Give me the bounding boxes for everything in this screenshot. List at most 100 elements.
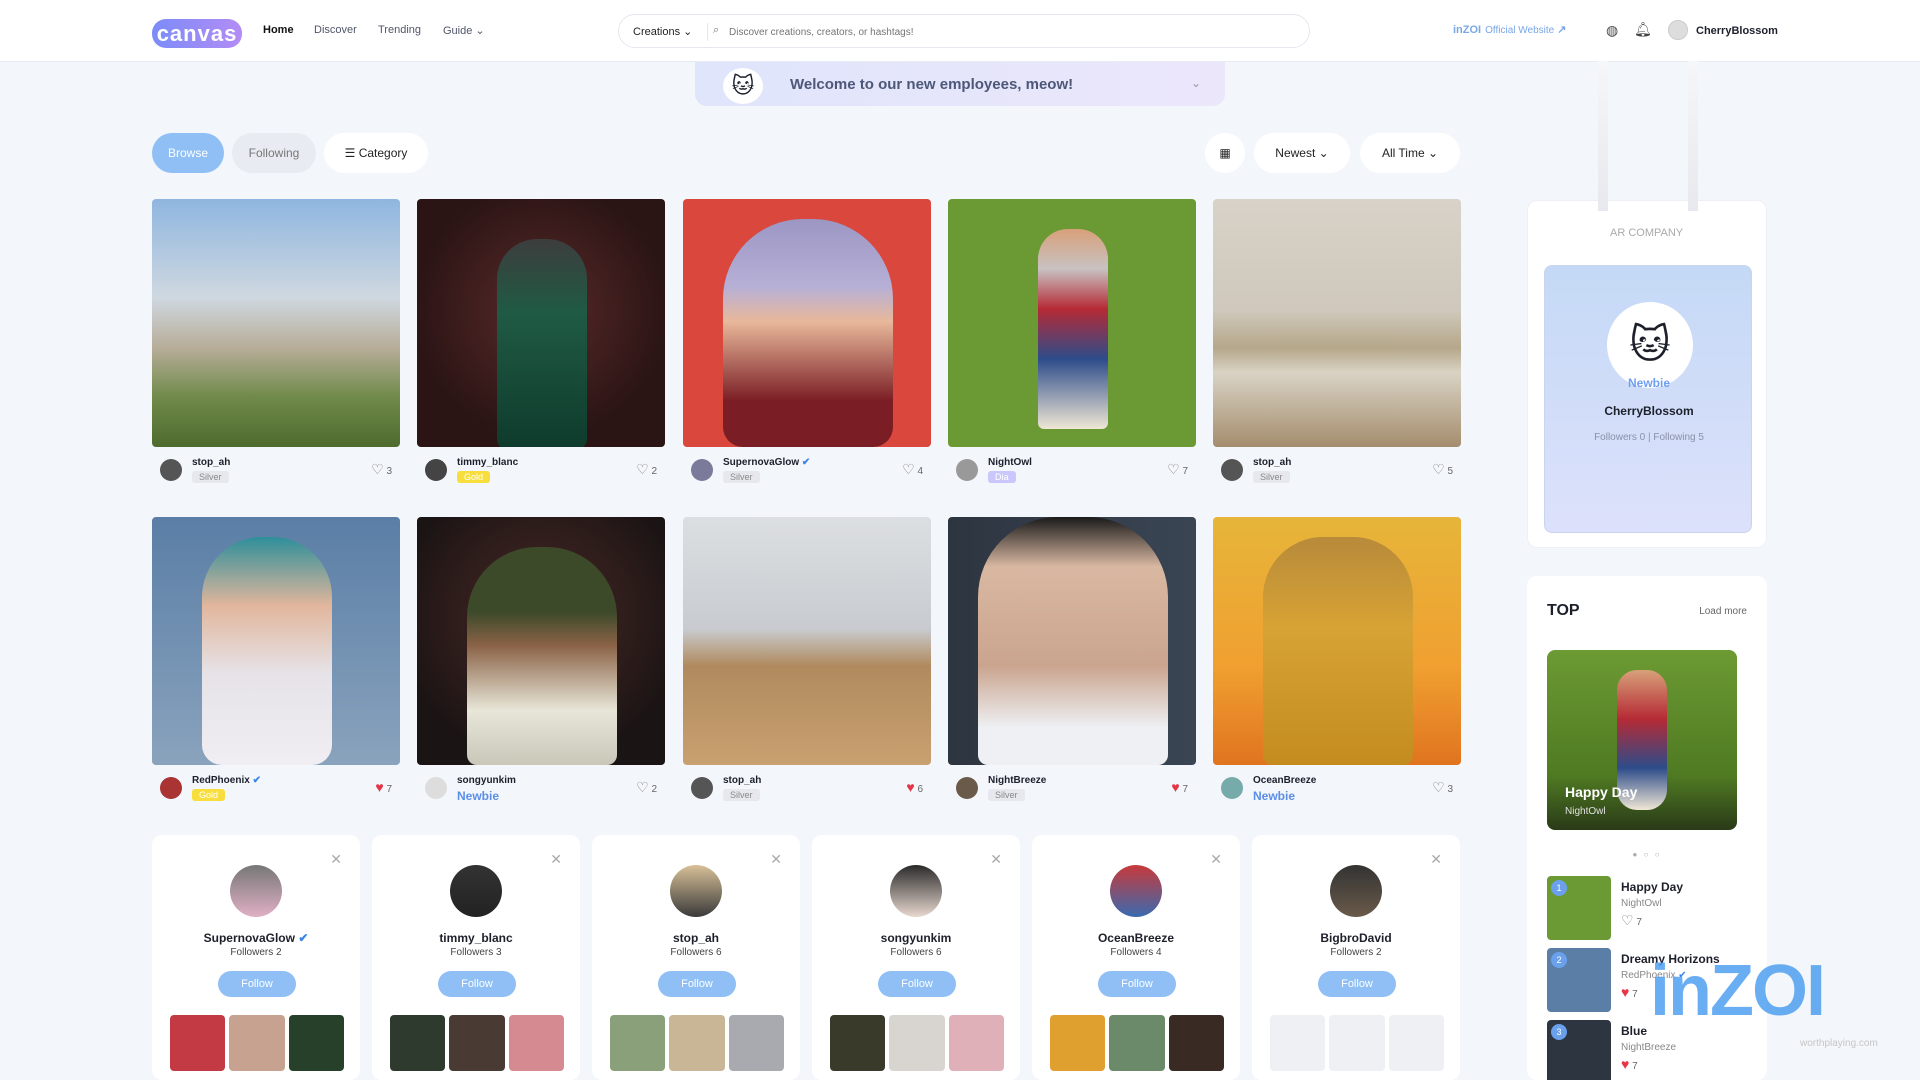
like-button[interactable]: ♡ 4: [902, 461, 923, 478]
creation-image[interactable]: [948, 199, 1196, 447]
official-website-link[interactable]: inZOI Official Website ↗: [1453, 23, 1567, 36]
nav-discover[interactable]: Discover: [314, 24, 357, 36]
creation-image[interactable]: [1213, 199, 1461, 447]
creator-name[interactable]: OceanBreeze: [1032, 931, 1240, 945]
creation-card[interactable]: RedPhoenix ✔ Gold ♥ 7: [152, 517, 400, 801]
grid-view-icon[interactable]: ▦: [1205, 133, 1245, 173]
creation-image[interactable]: [683, 517, 931, 765]
user-avatar[interactable]: [1668, 20, 1688, 40]
thumbnail[interactable]: [610, 1015, 666, 1071]
creator-name[interactable]: SupernovaGlow ✔: [152, 931, 360, 945]
avatar[interactable]: [691, 459, 713, 481]
creation-image[interactable]: [152, 517, 400, 765]
avatar[interactable]: [425, 777, 447, 799]
thumbnail[interactable]: [728, 1015, 784, 1071]
creation-card[interactable]: songyunkim Newbie ♡ 2: [417, 517, 665, 803]
thumbnail[interactable]: [830, 1015, 886, 1071]
creation-card[interactable]: NightBreeze Silver ♥ 7: [948, 517, 1196, 801]
welcome-banner[interactable]: 🐱︎ Welcome to our new employees, meow! ⌄: [695, 62, 1225, 106]
thumbnail[interactable]: [390, 1015, 446, 1071]
search-type-select[interactable]: Creations ⌄: [633, 25, 692, 38]
creator-name[interactable]: stop_ah: [592, 931, 800, 945]
search-input[interactable]: [729, 23, 1289, 41]
close-icon[interactable]: ✕: [770, 851, 782, 868]
creator-name[interactable]: timmy_blanc: [372, 931, 580, 945]
time-select[interactable]: All Time ⌄: [1360, 133, 1460, 173]
follow-button[interactable]: Follow: [1098, 971, 1176, 997]
close-icon[interactable]: ✕: [1430, 851, 1442, 868]
sort-select[interactable]: Newest ⌄: [1254, 133, 1350, 173]
avatar[interactable]: [890, 865, 942, 917]
globe-icon[interactable]: ◍: [1606, 22, 1618, 39]
avatar[interactable]: [956, 777, 978, 799]
avatar[interactable]: [691, 777, 713, 799]
close-icon[interactable]: ✕: [330, 851, 342, 868]
avatar[interactable]: [956, 459, 978, 481]
creation-image[interactable]: [417, 517, 665, 765]
bell-icon[interactable]: 🔔︎: [1634, 21, 1652, 38]
avatar[interactable]: [670, 865, 722, 917]
thumbnail[interactable]: [170, 1015, 226, 1071]
creation-card[interactable]: NightOwl Dia ♡ 7: [948, 199, 1196, 483]
load-more-link[interactable]: Load more: [1699, 606, 1747, 617]
like-button[interactable]: ♡ 2: [636, 779, 657, 796]
follow-button[interactable]: Follow: [438, 971, 516, 997]
thumbnail[interactable]: [889, 1015, 945, 1071]
close-icon[interactable]: ✕: [1210, 851, 1222, 868]
carousel-dots[interactable]: ● ○ ○: [1527, 850, 1767, 859]
avatar[interactable]: [1110, 865, 1162, 917]
id-badge[interactable]: 🐱︎ Newbie CherryBlossom Followers 0 | Fo…: [1544, 265, 1752, 533]
creator-name[interactable]: BigbroDavid: [1252, 931, 1460, 945]
thumbnail[interactable]: [229, 1015, 285, 1071]
creator-name[interactable]: RedPhoenix ✔: [192, 775, 261, 786]
nav-trending[interactable]: Trending: [378, 24, 421, 36]
close-icon[interactable]: ✕: [990, 851, 1002, 868]
close-icon[interactable]: ✕: [550, 851, 562, 868]
avatar[interactable]: [1221, 777, 1243, 799]
like-button[interactable]: ♡ 3: [1432, 779, 1453, 796]
creation-card[interactable]: timmy_blanc Gold ♡ 2: [417, 199, 665, 483]
creation-card[interactable]: stop_ah Silver ♡ 3: [152, 199, 400, 483]
nav-guide[interactable]: Guide ⌄: [443, 24, 485, 37]
creator-name[interactable]: NightOwl: [988, 457, 1032, 468]
top-list-item[interactable]: 1 Happy Day NightOwl ♡ 7: [1547, 876, 1747, 940]
like-button[interactable]: ♥ 6: [906, 779, 923, 795]
thumbnail[interactable]: [1050, 1015, 1106, 1071]
thumbnail[interactable]: [288, 1015, 344, 1071]
like-button[interactable]: ♡ 7: [1167, 461, 1188, 478]
creator-name[interactable]: SupernovaGlow ✔: [723, 457, 810, 468]
creation-card[interactable]: SupernovaGlow ✔ Silver ♡ 4: [683, 199, 931, 483]
creator-name[interactable]: stop_ah: [1253, 457, 1291, 468]
like-button[interactable]: ♡ 5: [1432, 461, 1453, 478]
creation-image[interactable]: [948, 517, 1196, 765]
nav-home[interactable]: Home: [263, 24, 294, 36]
creation-image[interactable]: [683, 199, 931, 447]
creation-image[interactable]: [1213, 517, 1461, 765]
like-button[interactable]: ♡ 2: [636, 461, 657, 478]
user-name[interactable]: CherryBlossom: [1696, 25, 1778, 37]
like-button[interactable]: ♥ 7: [375, 779, 392, 795]
category-button[interactable]: ☰ Category: [324, 133, 428, 173]
creator-name[interactable]: OceanBreeze: [1253, 775, 1316, 786]
avatar[interactable]: [1221, 459, 1243, 481]
canvas-logo[interactable]: canvas: [152, 19, 242, 48]
creator-name[interactable]: timmy_blanc: [457, 457, 518, 468]
like-button[interactable]: ♥ 7: [1171, 779, 1188, 795]
follow-button[interactable]: Follow: [878, 971, 956, 997]
avatar[interactable]: [425, 459, 447, 481]
creation-image[interactable]: [152, 199, 400, 447]
thumbnail[interactable]: [1168, 1015, 1224, 1071]
thumbnail[interactable]: [449, 1015, 505, 1071]
follow-button[interactable]: Follow: [1318, 971, 1396, 997]
creator-name[interactable]: stop_ah: [192, 457, 230, 468]
browse-tab[interactable]: Browse: [152, 133, 224, 173]
avatar[interactable]: [160, 459, 182, 481]
creation-card[interactable]: OceanBreeze Newbie ♡ 3: [1213, 517, 1461, 803]
avatar[interactable]: [450, 865, 502, 917]
creation-card[interactable]: stop_ah Silver ♡ 5: [1213, 199, 1461, 483]
creator-name[interactable]: songyunkim: [812, 931, 1020, 945]
creator-name[interactable]: NightBreeze: [988, 775, 1046, 786]
following-tab[interactable]: Following: [232, 133, 316, 173]
creator-name[interactable]: stop_ah: [723, 775, 761, 786]
thumbnail[interactable]: [948, 1015, 1004, 1071]
